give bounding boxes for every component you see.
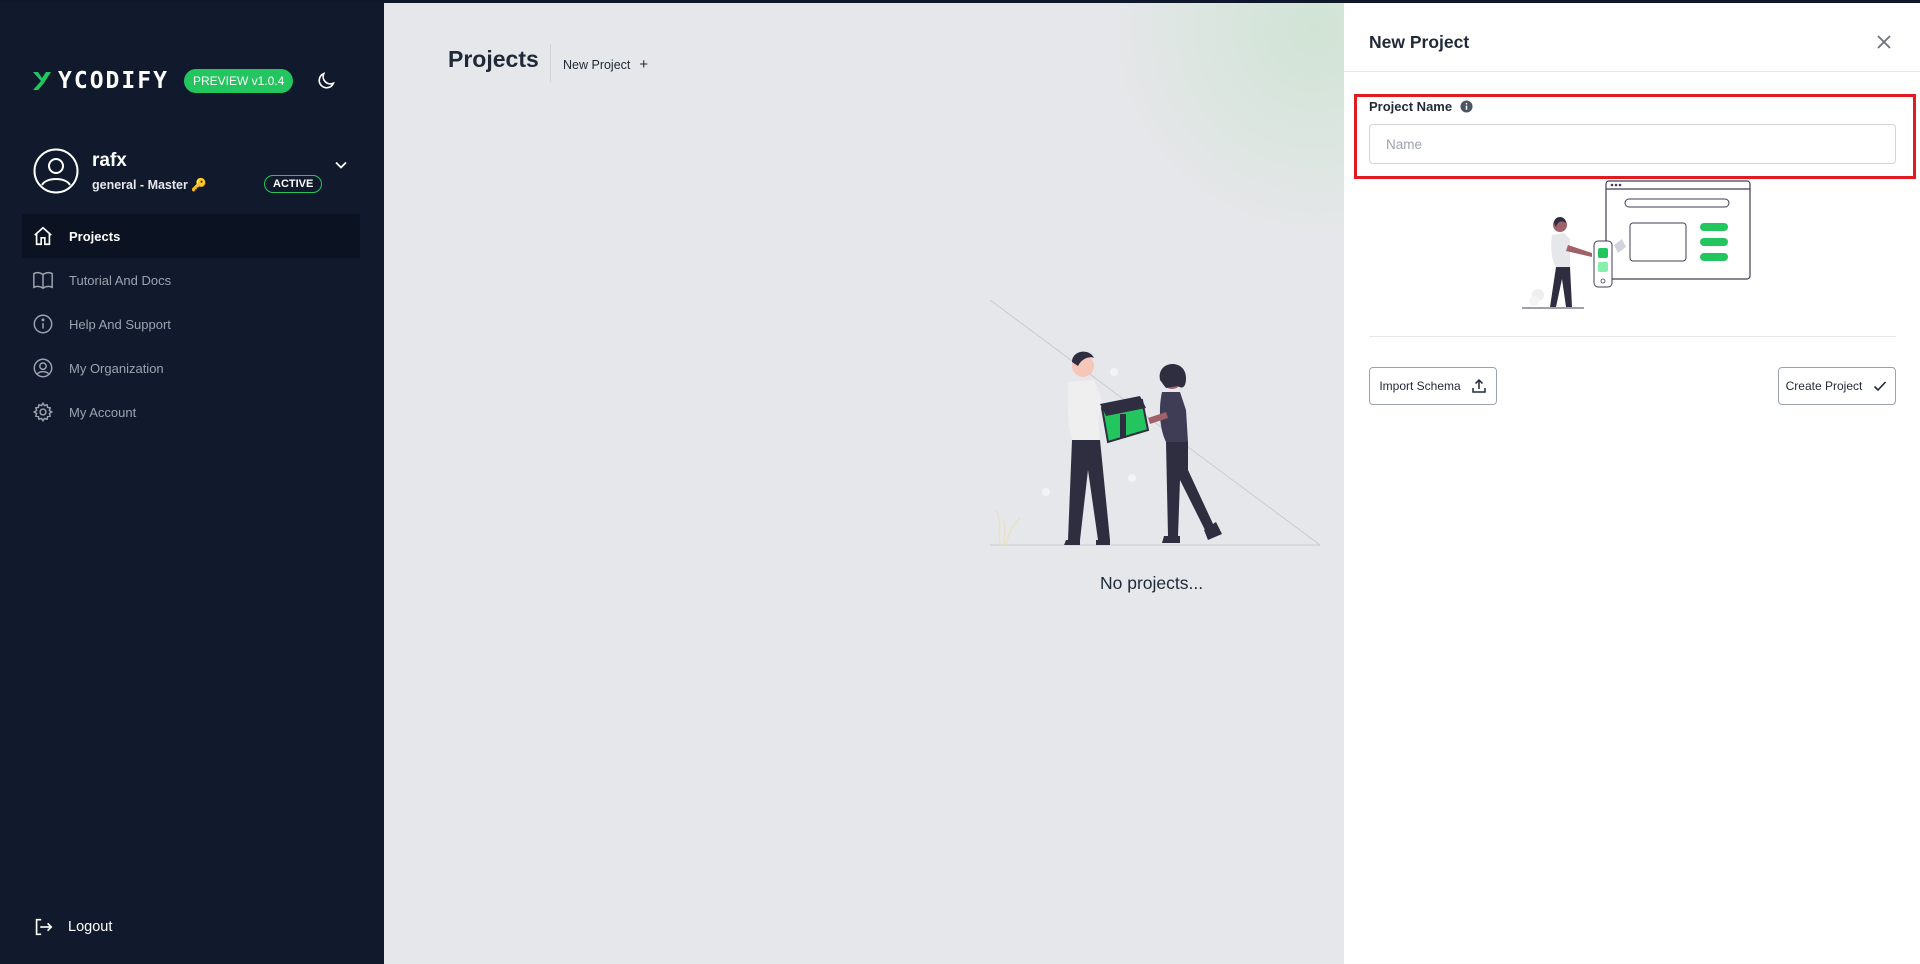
new-project-label: New Project bbox=[563, 57, 631, 72]
panel-divider bbox=[1344, 71, 1920, 72]
logo-row: YCODIFY PREVIEW v1.0.4 bbox=[31, 68, 337, 94]
empty-state-text: No projects... bbox=[1100, 573, 1204, 593]
title-divider bbox=[550, 44, 551, 82]
user-context-text: general - Master bbox=[92, 178, 188, 192]
new-project-illustration bbox=[1522, 180, 1751, 309]
gear-icon bbox=[32, 401, 54, 423]
project-name-label: Project Name bbox=[1369, 99, 1473, 114]
check-icon bbox=[1874, 381, 1887, 392]
logout-label: Logout bbox=[68, 919, 113, 935]
sidebar-item-label: Help And Support bbox=[69, 316, 171, 332]
sidebar-item-account[interactable]: My Account bbox=[22, 390, 360, 434]
panel-separator bbox=[1369, 336, 1896, 337]
sidebar-item-help[interactable]: Help And Support bbox=[22, 302, 360, 346]
sidebar-item-label: My Organization bbox=[69, 360, 164, 376]
plus-icon: + bbox=[639, 56, 649, 73]
status-badge: ACTIVE bbox=[264, 175, 323, 193]
project-name-input[interactable] bbox=[1369, 124, 1896, 164]
brand-logo-text: YCODIFY bbox=[58, 68, 169, 94]
user-context: general - Master 🔑 bbox=[92, 178, 207, 193]
main-content: Projects New Project + No projects... bbox=[384, 0, 1344, 964]
sidebar-item-organization[interactable]: My Organization bbox=[22, 346, 360, 390]
panel-title: New Project bbox=[1369, 32, 1470, 52]
create-project-button[interactable]: Create Project bbox=[1778, 367, 1896, 405]
logout-icon bbox=[35, 918, 53, 936]
empty-state-illustration bbox=[990, 300, 1320, 546]
sidebar-item-projects[interactable]: Projects bbox=[22, 214, 360, 258]
new-project-button[interactable]: New Project + bbox=[563, 56, 648, 73]
user-name: rafx bbox=[92, 150, 127, 171]
page-title: Projects bbox=[448, 46, 539, 72]
sidebar-item-label: Projects bbox=[69, 228, 121, 244]
sidebar-item-label: My Account bbox=[69, 404, 137, 420]
book-icon bbox=[33, 271, 53, 290]
sidebar-item-tutorial[interactable]: Tutorial And Docs bbox=[22, 258, 360, 302]
version-badge: PREVIEW v1.0.4 bbox=[183, 69, 294, 93]
logout-button[interactable]: Logout bbox=[32, 916, 112, 938]
info-icon[interactable] bbox=[1460, 100, 1473, 113]
dark-mode-toggle-icon[interactable] bbox=[315, 70, 337, 92]
background-glow bbox=[1104, 0, 1344, 240]
new-project-panel: New Project Project Name Name Import Sch… bbox=[1344, 3, 1920, 964]
sidebar-item-label: Tutorial And Docs bbox=[69, 272, 172, 288]
project-name-label-text: Project Name bbox=[1369, 99, 1453, 114]
avatar-icon bbox=[33, 148, 79, 194]
chevron-down-icon[interactable] bbox=[334, 158, 348, 172]
close-icon[interactable] bbox=[1874, 32, 1894, 52]
logo-mark-icon bbox=[33, 72, 51, 90]
user-circle-icon bbox=[33, 358, 53, 378]
info-icon bbox=[33, 314, 53, 334]
sidebar-nav: Projects Tutorial And Docs Help And Supp… bbox=[22, 214, 360, 434]
sidebar: YCODIFY PREVIEW v1.0.4 rafx general - Ma… bbox=[0, 0, 384, 964]
upload-icon bbox=[1471, 378, 1486, 393]
create-project-label: Create Project bbox=[1785, 379, 1863, 393]
user-profile[interactable]: rafx general - Master 🔑 ACTIVE bbox=[33, 148, 353, 200]
window-top-border bbox=[0, 0, 1920, 3]
import-schema-button[interactable]: Import Schema bbox=[1369, 367, 1497, 405]
key-icon: 🔑 bbox=[191, 178, 207, 192]
home-icon bbox=[34, 226, 52, 246]
import-schema-label: Import Schema bbox=[1379, 379, 1461, 393]
